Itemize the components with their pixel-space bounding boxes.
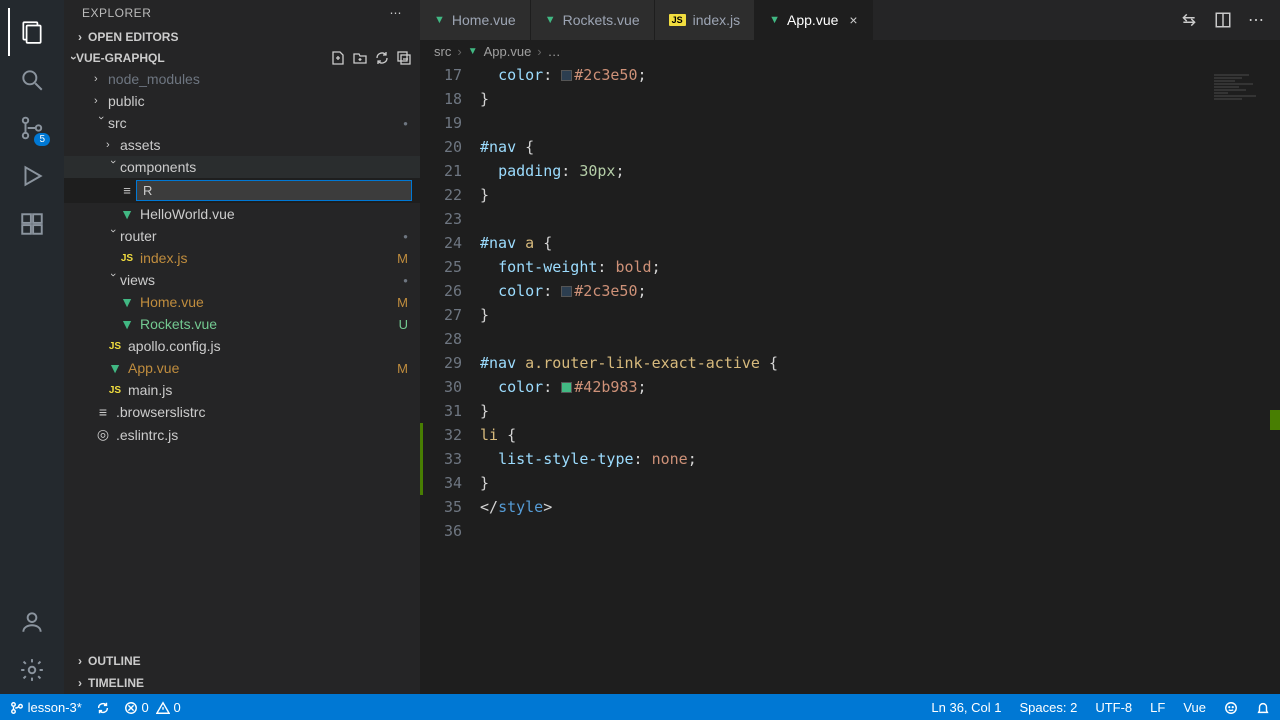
file-helloworld[interactable]: ▼HelloWorld.vue (64, 203, 420, 225)
search-icon[interactable] (8, 56, 56, 104)
new-file-input-row: ≡ (64, 178, 420, 203)
split-editor-icon[interactable] (1214, 11, 1232, 29)
new-folder-icon[interactable] (352, 50, 368, 66)
scm-badge: 5 (34, 133, 50, 146)
line-numbers: 1718192021222324252627282930313233343536 (420, 63, 480, 694)
chevron-right-icon: › (72, 654, 88, 668)
status-bar: lesson-3* 0 0 Ln 36, Col 1 Spaces: 2 UTF… (0, 694, 1280, 720)
activity-bar: 5 (0, 0, 64, 694)
file-rockets-vue[interactable]: ▼Rockets.vueU (64, 313, 420, 335)
folder-assets[interactable]: ›assets (64, 134, 420, 156)
extensions-icon[interactable] (8, 200, 56, 248)
tab-home-vue[interactable]: ▼Home.vue (420, 0, 531, 40)
file-app-vue[interactable]: ▼App.vueM (64, 357, 420, 379)
compare-changes-icon[interactable] (1180, 11, 1198, 29)
refresh-icon[interactable] (374, 50, 390, 66)
encoding[interactable]: UTF-8 (1095, 700, 1132, 715)
folder-views[interactable]: ›views● (64, 269, 420, 291)
folder-components[interactable]: ›components (64, 156, 420, 178)
explorer-icon[interactable] (8, 8, 56, 56)
file-main-js[interactable]: JSmain.js (64, 379, 420, 401)
chevron-right-icon: › (72, 30, 88, 44)
feedback-icon[interactable] (1224, 700, 1238, 715)
vue-icon: ▼ (545, 14, 556, 26)
new-file-name-input[interactable] (136, 180, 412, 201)
js-icon: JS (669, 14, 686, 26)
collapse-all-icon[interactable] (396, 50, 412, 66)
file-router-index[interactable]: JSindex.jsM (64, 247, 420, 269)
sidebar-more-icon[interactable]: ⋯ (390, 6, 403, 20)
folder-src[interactable]: ›src● (64, 112, 420, 134)
account-icon[interactable] (8, 598, 56, 646)
vue-icon: ▼ (769, 14, 780, 26)
problems[interactable]: 0 0 (124, 700, 181, 715)
overview-ruler (1266, 63, 1280, 694)
language-mode[interactable]: Vue (1183, 700, 1206, 715)
tab-index-js[interactable]: JSindex.js (655, 0, 755, 40)
notifications-icon[interactable] (1256, 700, 1270, 715)
close-icon[interactable]: × (849, 12, 857, 28)
explorer-sidebar: EXPLORER ⋯ › OPEN EDITORS › VUE-GRAPHQL … (64, 0, 420, 694)
editor-area: ▼Home.vue ▼Rockets.vue JSindex.js ▼App.v… (420, 0, 1280, 694)
source-control-icon[interactable]: 5 (8, 104, 56, 152)
breadcrumb[interactable]: src › ▼ App.vue › … (420, 40, 1280, 63)
file-apollo-config[interactable]: JSapollo.config.js (64, 335, 420, 357)
code-editor[interactable]: 1718192021222324252627282930313233343536… (420, 63, 1280, 694)
timeline-section[interactable]: › TIMELINE (64, 672, 420, 694)
project-root[interactable]: › VUE-GRAPHQL (64, 48, 420, 68)
folder-node-modules[interactable]: ›node_modules (64, 68, 420, 90)
chevron-right-icon: › (72, 676, 88, 690)
vue-icon: ▼ (434, 14, 445, 26)
outline-section[interactable]: › OUTLINE (64, 650, 420, 672)
settings-gear-icon[interactable] (8, 646, 56, 694)
vue-icon: ▼ (468, 46, 478, 57)
tab-bar: ▼Home.vue ▼Rockets.vue JSindex.js ▼App.v… (420, 0, 1280, 40)
code-content[interactable]: color: #2c3e50;} #nav { padding: 30px;} … (480, 63, 1280, 694)
folder-router[interactable]: ›router● (64, 225, 420, 247)
file-icon: ≡ (118, 183, 136, 198)
folder-public[interactable]: ›public (64, 90, 420, 112)
new-file-icon[interactable] (330, 50, 346, 66)
git-branch[interactable]: lesson-3* (10, 700, 82, 715)
eol[interactable]: LF (1150, 700, 1165, 715)
debug-icon[interactable] (8, 152, 56, 200)
tab-app-vue[interactable]: ▼App.vue× (755, 0, 872, 40)
more-actions-icon[interactable]: ⋯ (1248, 10, 1264, 30)
indent-setting[interactable]: Spaces: 2 (1020, 700, 1078, 715)
sidebar-title: EXPLORER (82, 6, 151, 20)
sync-icon[interactable] (96, 700, 110, 715)
open-editors-section[interactable]: › OPEN EDITORS (64, 26, 420, 48)
file-home-vue[interactable]: ▼Home.vueM (64, 291, 420, 313)
chevron-down-icon: › (67, 56, 81, 60)
tab-rockets-vue[interactable]: ▼Rockets.vue (531, 0, 655, 40)
cursor-position[interactable]: Ln 36, Col 1 (931, 700, 1001, 715)
file-tree: ›node_modules ›public ›src● ›assets ›com… (64, 68, 420, 650)
file-browserslistrc[interactable]: ≡.browserslistrc (64, 401, 420, 423)
file-eslintrc[interactable]: ◎.eslintrc.js (64, 423, 420, 446)
